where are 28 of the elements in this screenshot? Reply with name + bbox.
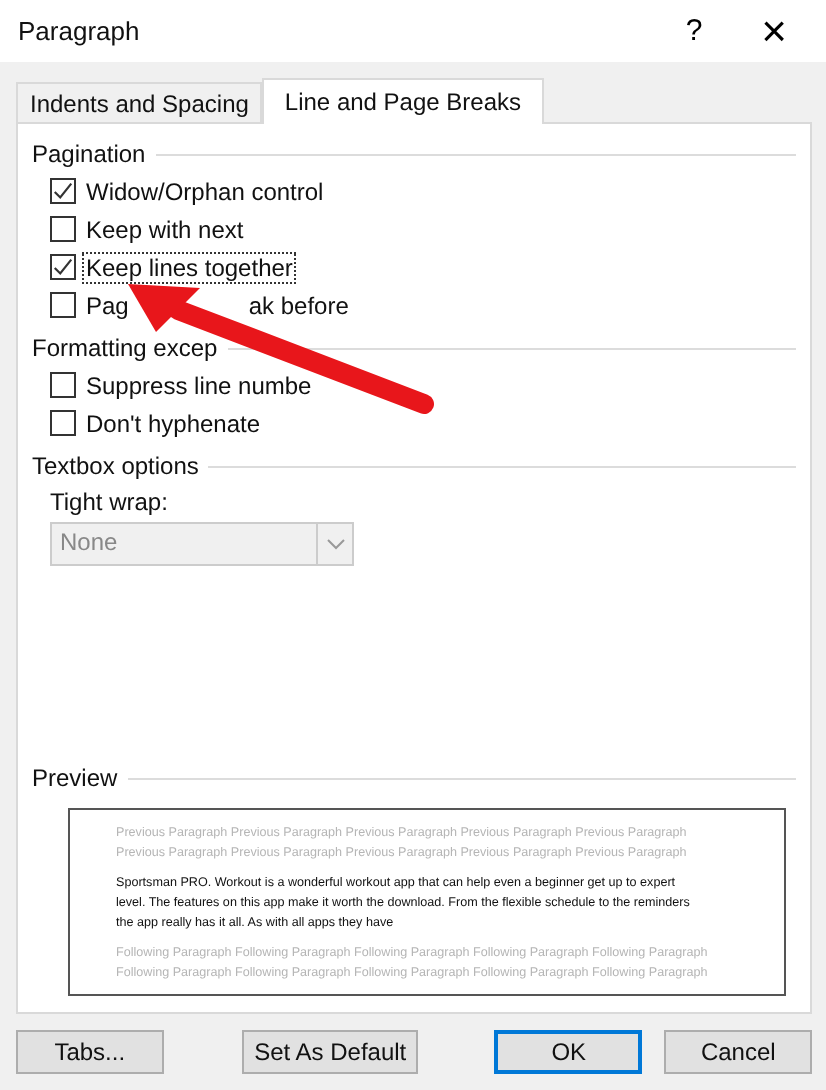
checkbox-label[interactable]: Keep with next <box>82 213 248 245</box>
checkbox[interactable] <box>50 410 76 436</box>
checkbox-label[interactable]: Widow/Orphan control <box>82 175 328 207</box>
dialog-button[interactable]: Cancel <box>664 1030 813 1074</box>
section-heading: Textbox options <box>32 452 199 480</box>
tab[interactable]: Line and Page Breaks <box>262 78 544 124</box>
window-title: Paragraph <box>18 16 142 46</box>
dialog-button[interactable]: Set As Default <box>241 1030 419 1074</box>
tab[interactable]: Indents and Spacing <box>16 82 263 122</box>
section-heading: Preview <box>32 764 118 792</box>
checkbox-label[interactable]: Keep lines together <box>82 251 297 283</box>
checkbox-label[interactable]: Pag <box>82 289 133 321</box>
chevron-icon <box>325 538 345 550</box>
field-label: Tight wrap: <box>50 488 170 516</box>
close-button[interactable]: × <box>734 0 814 62</box>
checkbox-label[interactable]: Suppress line numbe <box>82 369 316 401</box>
checkbox[interactable] <box>50 254 76 280</box>
checkbox-label[interactable]: ak before <box>244 289 353 321</box>
help-button[interactable]: ? <box>654 0 734 62</box>
dialog-button[interactable]: Tabs... <box>16 1030 164 1074</box>
section-heading: Pagination <box>32 140 146 168</box>
checkbox[interactable] <box>50 178 76 204</box>
checkbox[interactable] <box>50 216 76 242</box>
section-heading: Formatting excep <box>32 334 218 362</box>
checkbox-label[interactable]: Don't hyphenate <box>82 407 265 439</box>
dialog-button[interactable]: OK <box>494 1030 643 1074</box>
checkbox[interactable] <box>50 372 76 398</box>
checkbox[interactable] <box>50 292 76 318</box>
